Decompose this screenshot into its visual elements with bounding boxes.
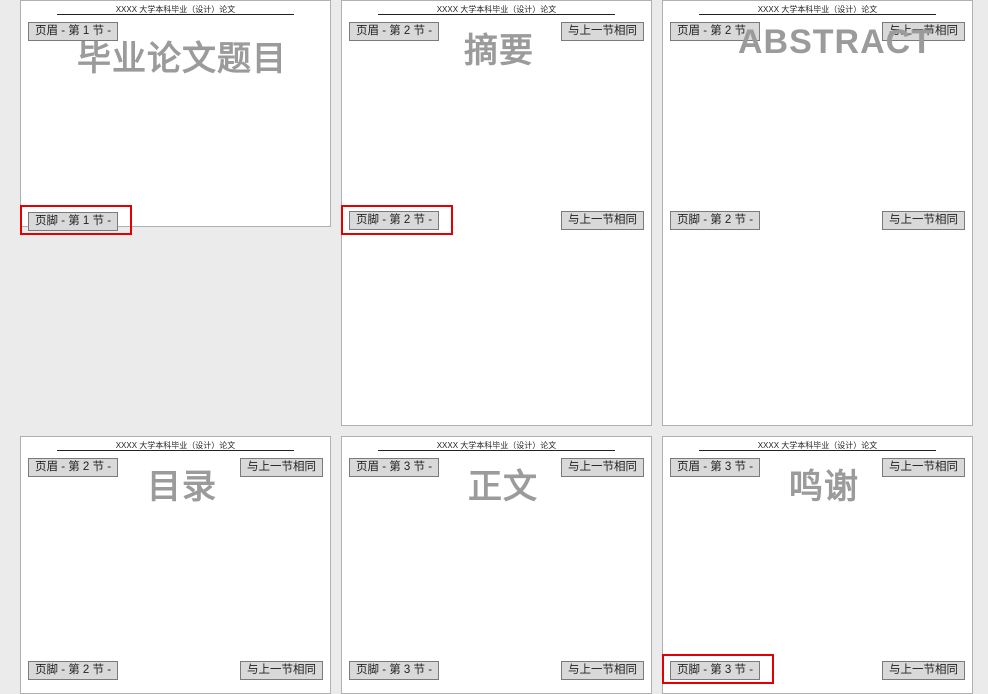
running-header-underline — [699, 14, 936, 15]
header-same-as-prev-tag[interactable]: 与上一节相同 — [240, 458, 323, 477]
page-p4: XXXX 大学本科毕业（设计）论文页眉 - 第 2 节 -与上一节相同目录页脚 … — [20, 436, 331, 694]
page-title: 鸣谢 — [789, 459, 859, 508]
page-title: 目录 — [147, 459, 217, 508]
header-section-tag[interactable]: 页眉 - 第 3 节 - — [670, 458, 760, 477]
page-p3: XXXX 大学本科毕业（设计）论文页眉 - 第 2 节 -与上一节相同ABSTR… — [662, 0, 973, 426]
footer-same-as-prev-tag[interactable]: 与上一节相同 — [882, 661, 965, 680]
footer-same-as-prev-tag[interactable]: 与上一节相同 — [561, 211, 644, 230]
header-same-as-prev-tag[interactable]: 与上一节相同 — [561, 22, 644, 41]
footer-section-tag[interactable]: 页脚 - 第 1 节 - — [28, 212, 118, 231]
header-section-tag[interactable]: 页眉 - 第 3 节 - — [349, 458, 439, 477]
header-section-tag[interactable]: 页眉 - 第 2 节 - — [349, 22, 439, 41]
running-header-underline — [57, 450, 294, 451]
header-same-as-prev-tag[interactable]: 与上一节相同 — [882, 458, 965, 477]
running-header-underline — [378, 450, 615, 451]
running-header-underline — [57, 14, 294, 15]
footer-section-tag[interactable]: 页脚 - 第 2 节 - — [670, 211, 760, 230]
footer-section-tag[interactable]: 页脚 - 第 2 节 - — [349, 211, 439, 230]
running-header-underline — [699, 450, 936, 451]
page-title: 正文 — [468, 459, 538, 508]
page-title: 毕业论文题目 — [77, 31, 287, 80]
footer-section-tag[interactable]: 页脚 - 第 3 节 - — [670, 661, 760, 680]
header-section-tag[interactable]: 页眉 - 第 2 节 - — [28, 458, 118, 477]
page-p1: XXXX 大学本科毕业（设计）论文页眉 - 第 1 节 -毕业论文题目页脚 - … — [20, 0, 331, 227]
footer-same-as-prev-tag[interactable]: 与上一节相同 — [561, 661, 644, 680]
page-title: 摘要 — [464, 23, 534, 72]
footer-same-as-prev-tag[interactable]: 与上一节相同 — [240, 661, 323, 680]
page-p5: XXXX 大学本科毕业（设计）论文页眉 - 第 3 节 -与上一节相同正文页脚 … — [341, 436, 652, 694]
footer-section-tag[interactable]: 页脚 - 第 2 节 - — [28, 661, 118, 680]
page-p6: XXXX 大学本科毕业（设计）论文页眉 - 第 3 节 -与上一节相同鸣谢页脚 … — [662, 436, 973, 694]
page-title: ABSTRACT — [738, 23, 933, 62]
header-same-as-prev-tag[interactable]: 与上一节相同 — [561, 458, 644, 477]
page-p2: XXXX 大学本科毕业（设计）论文页眉 - 第 2 节 -与上一节相同摘要页脚 … — [341, 0, 652, 426]
running-header-underline — [378, 14, 615, 15]
footer-same-as-prev-tag[interactable]: 与上一节相同 — [882, 211, 965, 230]
footer-section-tag[interactable]: 页脚 - 第 3 节 - — [349, 661, 439, 680]
